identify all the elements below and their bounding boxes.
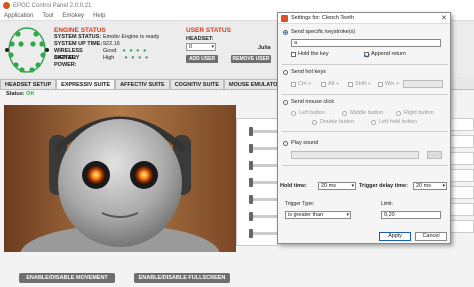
- middle-button-option[interactable]: Middle button: [342, 110, 383, 116]
- dialog-icon: [281, 14, 288, 22]
- sound-file-input[interactable]: [291, 151, 419, 159]
- hot-keys-radio[interactable]: [283, 69, 288, 75]
- user-status-block: USER STATUS HEADSET: 0 ▾: [186, 27, 231, 51]
- user-status-title: USER STATUS: [186, 27, 231, 34]
- status-line: Status: OK: [6, 91, 35, 97]
- menu-emokey[interactable]: Emokey: [62, 13, 84, 19]
- slider-handle[interactable]: [249, 127, 253, 136]
- divider: [282, 94, 448, 95]
- chevron-down-icon: ▾: [351, 183, 354, 189]
- menu-application[interactable]: Application: [4, 13, 33, 19]
- sensitivity-slider[interactable]: [249, 178, 279, 187]
- system-status-row: SYSTEM STATUS: Emotiv Engine is ready: [54, 34, 160, 40]
- chevron-down-icon: ▾: [442, 183, 445, 189]
- mouse-click-option[interactable]: Send mouse click: [283, 99, 334, 105]
- mouse-click-radio[interactable]: [283, 99, 288, 105]
- sensitivity-slider[interactable]: [249, 127, 279, 136]
- left-button-option[interactable]: Left button: [291, 110, 325, 116]
- battery-dots: ● ● ● ●: [124, 55, 150, 61]
- tab-cognitiv-suite[interactable]: COGNITIV SUITE: [169, 79, 224, 89]
- divider: [282, 131, 448, 132]
- divider: [282, 64, 448, 65]
- slider-handle[interactable]: [249, 144, 253, 153]
- hold-time-label: Hold time:: [280, 183, 307, 189]
- headset-contact-icon: [5, 27, 49, 73]
- dialog-title-bar: Settings for: Clench Teeth: [278, 13, 450, 24]
- menu-tool[interactable]: Tool: [42, 13, 53, 19]
- suite-tabs: HEADSET SETUP EXPRESSIV SUITE AFFECTIV S…: [0, 79, 283, 89]
- win-option[interactable]: Win +: [378, 81, 399, 87]
- user-name: Julia: [258, 45, 271, 51]
- sensitivity-slider[interactable]: [249, 161, 279, 170]
- headset-label: HEADSET:: [186, 36, 214, 42]
- slider-handle[interactable]: [249, 212, 253, 221]
- enable-disable-movement-button[interactable]: ENABLE/DISABLE MOVEMENT: [19, 273, 115, 283]
- shift-option[interactable]: Shift +: [348, 81, 371, 87]
- hold-key-checkbox[interactable]: [291, 51, 296, 57]
- chevron-down-icon: ▾: [211, 44, 214, 50]
- hold-key-option[interactable]: Hold the key: [291, 51, 329, 57]
- tab-affectiv-suite[interactable]: AFFECTIV SUITE: [115, 79, 170, 89]
- hot-keys-option[interactable]: Send hot keys: [283, 69, 326, 75]
- right-button-option[interactable]: Right button: [396, 110, 434, 116]
- limit-input[interactable]: 0,20: [381, 211, 441, 219]
- menu-help[interactable]: Help: [93, 13, 105, 19]
- trigger-type-select[interactable]: is greater than ▾: [285, 211, 351, 219]
- append-return-option[interactable]: Append return: [364, 51, 406, 57]
- slider-handle[interactable]: [249, 229, 253, 238]
- dialog-title: Settings for: Clench Teeth: [291, 15, 354, 21]
- battery-row: BATTERY POWER: High ● ● ● ●: [54, 55, 150, 68]
- uptime-row: SYSTEM UP TIME: 922.16: [54, 41, 120, 47]
- ctrl-option[interactable]: Ctrl +: [291, 81, 311, 87]
- sensitivity-slider[interactable]: [249, 195, 279, 204]
- cancel-button[interactable]: Cancel: [415, 232, 447, 241]
- apply-button[interactable]: Apply: [379, 232, 411, 241]
- close-icon[interactable]: ✕: [441, 14, 447, 22]
- engine-status-block: ENGINE STATUS SYSTEM STATUS: Emotiv Engi…: [54, 27, 160, 68]
- sensitivity-slider[interactable]: [249, 212, 279, 221]
- alt-option[interactable]: Alt +: [321, 81, 339, 87]
- wireless-row: WIRELESS SIGNAL: Good ● ● ● ●: [54, 48, 148, 61]
- slider-handle[interactable]: [249, 178, 253, 187]
- enable-disable-fullscreen-button[interactable]: ENABLE/DISABLE FULLSCREEN: [134, 273, 230, 283]
- remove-user-button[interactable]: REMOVE USER: [231, 55, 271, 63]
- limit-label: Limit:: [381, 201, 393, 207]
- sensitivity-sliders: [236, 118, 279, 246]
- robot-avatar-image: [4, 105, 236, 252]
- add-user-button[interactable]: ADD USER: [186, 55, 218, 63]
- engine-status-title: ENGINE STATUS: [54, 27, 106, 34]
- left-hold-button-option[interactable]: Left hold button: [371, 119, 417, 125]
- trigger-delay-label: Trigger delay time:: [359, 183, 408, 189]
- tab-mouse-emulator[interactable]: MOUSE EMULATO: [224, 79, 283, 89]
- hot-key-input[interactable]: [403, 80, 443, 88]
- headset-select[interactable]: 0 ▾: [186, 43, 216, 51]
- keystroke-radio[interactable]: [283, 29, 288, 35]
- chevron-down-icon: ▾: [346, 212, 349, 218]
- settings-dialog: Settings for: Clench Teeth ✕ Send specif…: [277, 12, 451, 244]
- tab-headset-setup[interactable]: HEADSET SETUP: [0, 79, 57, 89]
- title-bar: EPOC Control Panel 2.0.0.21: [0, 0, 474, 11]
- app-icon: [3, 2, 10, 9]
- trigger-delay-select[interactable]: 20 ms ▾: [413, 182, 447, 190]
- window-title: EPOC Control Panel 2.0.0.21: [13, 2, 92, 9]
- play-sound-radio[interactable]: [283, 140, 288, 146]
- append-return-checkbox[interactable]: [364, 51, 369, 57]
- sensitivity-slider[interactable]: [249, 144, 279, 153]
- avatar-viewport: [4, 105, 236, 252]
- trigger-type-label: Trigger Type:: [285, 201, 315, 207]
- double-button-option[interactable]: Double button: [312, 119, 354, 125]
- divider: [282, 165, 448, 166]
- play-sound-option[interactable]: Play sound: [283, 140, 318, 146]
- signal-dots: ● ● ● ●: [122, 48, 148, 54]
- slider-handle[interactable]: [249, 161, 253, 170]
- browse-button[interactable]: ...: [427, 151, 442, 159]
- slider-handle[interactable]: [249, 195, 253, 204]
- tab-expressiv-suite[interactable]: EXPRESSIV SUITE: [56, 79, 116, 89]
- sensitivity-slider[interactable]: [249, 229, 279, 238]
- keystroke-input[interactable]: a: [291, 39, 441, 47]
- keystroke-option[interactable]: Send specific keystroke(s): [283, 29, 355, 35]
- hold-time-select[interactable]: 20 ms ▾: [318, 182, 356, 190]
